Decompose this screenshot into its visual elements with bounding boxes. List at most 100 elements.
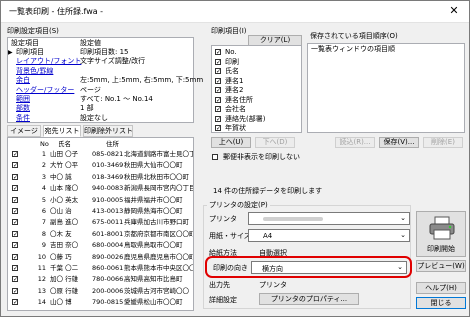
settings-item-link[interactable]: 条件 [16, 114, 30, 123]
row-checkbox[interactable]: ✓ [12, 299, 18, 306]
printer-group-label: プリンタの設定(P) [207, 201, 270, 210]
paper-select[interactable]: A4 ⌄ [248, 229, 410, 242]
settings-item-value: 1 部 [80, 104, 94, 113]
move-down-button[interactable]: 下へ(D) [255, 137, 295, 148]
row-zip: 018-3469 [92, 172, 124, 181]
delete-button[interactable]: 削除(E) [423, 137, 463, 148]
print-item-label[interactable]: 連名1 [225, 77, 243, 86]
settings-item-link[interactable]: 印刷項目 [16, 48, 44, 57]
print-item-checkbox[interactable]: ✓ [215, 125, 221, 132]
print-item-label[interactable]: 氏名 [225, 67, 239, 76]
row-zip: 910-0005 [92, 195, 124, 204]
table-row[interactable]: ✓ 6 〇山 治 413-0013 静岡県熱海市〇〇町 [8, 207, 188, 217]
settings-item-link[interactable]: 余白 [16, 76, 30, 85]
table-row[interactable]: ✓ 14 山〇 博 790-0815 愛媛県松山市〇〇町 [8, 298, 188, 308]
row-addr: 京都府京都市南区〇〇町 [124, 229, 194, 238]
save-button[interactable]: 保存(V)... [379, 137, 419, 148]
printer-properties-button[interactable]: プリンタのプロパティ... [259, 293, 359, 305]
table-row[interactable]: ✓ 10 〇藤 巧 890-0026 鹿児島県鹿児島市〇〇町 [8, 252, 193, 263]
print-item-label[interactable]: 印刷 [225, 58, 239, 67]
preview-button[interactable]: プレビュー(W) [416, 260, 466, 272]
print-item-checkbox[interactable]: ✓ [215, 77, 221, 84]
table-row[interactable]: ✓ 8 〇木 友 601-8001 京都府京都市南区〇〇町 [8, 229, 193, 240]
row-checkbox[interactable]: ✓ [12, 253, 18, 260]
row-no: 10 [37, 252, 46, 261]
settings-item-link[interactable]: 部数 [16, 104, 30, 113]
row-zip: 860-0061 [92, 264, 124, 272]
print-item-label[interactable]: 連絡先(部署) [225, 115, 265, 124]
table-row[interactable]: ✓ 9 吉田 奈〇 680-0004 鳥取県鳥取市〇〇町 [8, 241, 188, 251]
table-row[interactable]: ✓ 12 加〇 行雄 780-0066 高知県高知市比島町 [8, 275, 188, 285]
table-row[interactable]: ✓ 7 副島 進〇 675-0011 兵庫県加古川市野口町 [8, 218, 189, 228]
settings-item-value: 左:5mm, 上:5mm, 右:5mm, 下:5mm [80, 76, 204, 85]
count-text: 14 件の住所録データを印刷します [213, 187, 323, 195]
close-button[interactable]: 閉じる [416, 297, 466, 309]
row-zip: 085-0821 [92, 150, 124, 158]
row-no: 12 [37, 275, 46, 284]
table-row[interactable]: ✓ 4 山本 隆〇 940-0083 新潟県長岡市宮内〇丁目 [8, 184, 193, 194]
table-row[interactable]: ✓ 5 小〇 英太 910-0005 福井県福井市〇〇町 [8, 196, 188, 206]
table-row[interactable]: ✓ 13 〇原 行雄 200-0006 茨城県古河市宮崎〇〇 [8, 287, 189, 297]
settings-item-link[interactable]: ヘッダー/フッター [16, 86, 74, 95]
print-item-checkbox[interactable]: ✓ [215, 96, 221, 103]
row-checkbox[interactable]: ✓ [12, 265, 18, 272]
print-item-label[interactable]: 連名2 [225, 86, 243, 95]
load-button[interactable]: 読込(R)... [335, 137, 375, 148]
print-item-label[interactable]: 年賀状 [225, 124, 246, 132]
print-item-checkbox[interactable]: ✓ [215, 68, 221, 75]
printer-select[interactable]: ⌄ [248, 212, 410, 225]
print-item-checkbox[interactable]: ✓ [215, 58, 221, 65]
tab-0[interactable]: イメージ [7, 125, 41, 137]
print-item-checkbox[interactable]: ✓ [215, 115, 221, 122]
print-start-label: 印刷開始 [427, 245, 455, 253]
row-checkbox[interactable]: ✓ [12, 196, 18, 203]
row-addr: 秋田県大仙市〇〇町 [124, 161, 183, 170]
table-row[interactable]: ✓ 3 中〇 誠 018-3469 秋田県北秋田市〇〇町 [8, 172, 189, 183]
help-button[interactable]: ヘルプ(H) [416, 282, 466, 294]
row-checkbox[interactable]: ✓ [12, 151, 18, 158]
close-window-icon[interactable]: ✕ [439, 1, 469, 22]
print-item-label[interactable]: 連名住所 [225, 96, 253, 105]
row-checkbox[interactable]: ✓ [12, 219, 18, 226]
table-row[interactable]: ✓ 2 大竹 〇平 010-3469 秋田県大仙市〇〇町 [8, 161, 188, 171]
print-dialog: 一覧表印刷 - 住所録.fwa - ✕ 印刷設定項目(S) 設定項目 設定値 ▶… [0, 0, 470, 317]
output-value[interactable]: プリンタ [259, 281, 287, 290]
print-start-button[interactable]: 印刷開始 [416, 211, 466, 257]
print-item-label[interactable]: 会社名 [225, 105, 246, 114]
row-addr: 静岡県熱海市〇〇町 [124, 207, 183, 215]
settings-item-link[interactable]: 背景色/罫線 [16, 67, 53, 76]
row-name: 小〇 英太 [50, 195, 79, 204]
address-list[interactable]: No 氏名 住所 ✓ 1 山田 〇子 085-0821北海道釧路市富士見〇丁目 ✓ 2 大竹… [7, 137, 194, 311]
row-checkbox[interactable]: ✓ [12, 162, 18, 169]
table-row[interactable]: ✓ 1 山田 〇子 085-0821北海道釧路市富士見〇丁目 [8, 150, 193, 160]
row-checkbox[interactable]: ✓ [12, 173, 18, 180]
print-item-checkbox[interactable]: ✓ [215, 87, 221, 94]
tab-2[interactable]: 印刷除外リスト [83, 125, 133, 137]
row-zip: 675-0011 [92, 218, 124, 227]
settings-item-link[interactable]: レイアウト/フォント [16, 57, 81, 66]
row-checkbox[interactable]: ✓ [12, 276, 18, 283]
saved-order-list[interactable]: 一覧表ウィンドウの項目順 [307, 43, 465, 133]
table-row[interactable]: ✓ 11 千葉 〇二 860-0061 熊本県熊本市中央区〇〇 [8, 264, 193, 274]
row-checkbox[interactable]: ✓ [12, 230, 18, 237]
row-no: 2 [41, 161, 46, 170]
row-checkbox[interactable]: ✓ [12, 287, 18, 294]
move-up-button[interactable]: 上へ(U) [211, 137, 251, 148]
title-bar: 一覧表印刷 - 住所録.fwa - ✕ [1, 1, 469, 23]
settings-header-value: 設定値 [80, 39, 101, 47]
row-no: 8 [41, 229, 46, 238]
print-item-checkbox[interactable]: ✓ [215, 106, 221, 113]
tab-1[interactable]: 宛先リスト [43, 125, 81, 137]
row-checkbox[interactable]: ✓ [12, 242, 18, 249]
print-items-list[interactable]: ✓ No. ✓ 印刷 ✓ 氏名 ✓ 連名1 ✓ 連名2 ✓ 連名住所 ✓ 会社名 ✓ 連絡先(部署) ✓ 年賀状 [211, 45, 302, 133]
row-name: 中〇 誠 [50, 172, 72, 181]
exclude-checkbox[interactable] [212, 154, 218, 160]
row-checkbox[interactable]: ✓ [12, 185, 18, 192]
print-item-checkbox[interactable]: ✓ [215, 49, 221, 56]
row-checkbox[interactable]: ✓ [12, 208, 18, 215]
saved-order-item[interactable]: 一覧表ウィンドウの項目順 [311, 45, 395, 54]
settings-item-link[interactable]: 範囲 [16, 95, 30, 104]
print-item-label[interactable]: No. [225, 48, 237, 57]
row-name: 〇藤 巧 [50, 252, 72, 261]
row-name: 山〇 博 [50, 298, 72, 307]
